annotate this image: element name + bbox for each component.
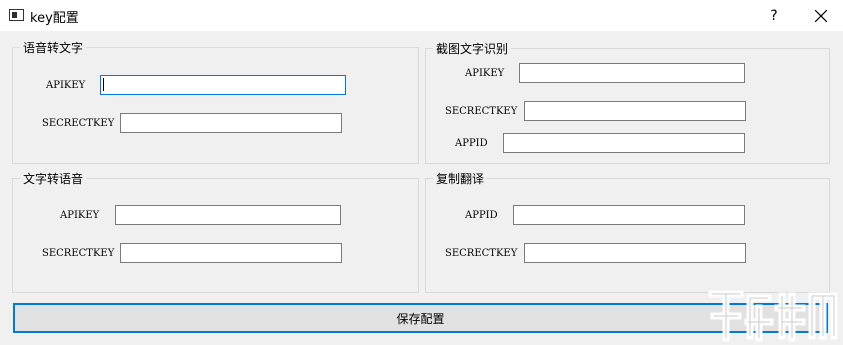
speech-apikey-input[interactable] (100, 75, 346, 95)
translate-secret-label: SECRECTKEY (445, 248, 518, 259)
speech-apikey-label: APIKEY (46, 80, 86, 91)
translate-secret-input[interactable] (524, 243, 746, 263)
speech-secret-label: SECRECTKEY (42, 118, 115, 129)
speech-to-text-title: 语音转文字 (20, 39, 87, 56)
ocr-secret-label: SECRECTKEY (445, 106, 518, 117)
tts-apikey-input[interactable] (115, 205, 341, 225)
translate-group (425, 178, 830, 293)
tts-secret-label: SECRECTKEY (42, 248, 115, 259)
translate-appid-input[interactable] (513, 205, 745, 225)
ocr-apikey-input[interactable] (519, 63, 745, 83)
close-icon (814, 9, 827, 22)
window-icon (9, 9, 24, 21)
ocr-appid-input[interactable] (503, 133, 745, 153)
ocr-appid-label: APPID (455, 138, 488, 149)
watermark-logo (708, 290, 838, 342)
text-to-speech-group (12, 178, 419, 293)
translate-title: 复制翻译 (433, 170, 488, 187)
text-caret (103, 78, 104, 91)
close-button[interactable] (798, 0, 843, 31)
text-to-speech-title: 文字转语音 (20, 170, 87, 187)
ocr-apikey-label: APIKEY (465, 68, 505, 79)
title-bar: key配置 ? (0, 0, 843, 31)
translate-appid-label: APPID (465, 210, 498, 221)
tts-secret-input[interactable] (120, 243, 342, 263)
tts-apikey-label: APIKEY (60, 210, 100, 221)
speech-secret-input[interactable] (120, 113, 342, 133)
speech-to-text-group (12, 47, 419, 164)
window-title: key配置 (30, 11, 79, 26)
ocr-secret-input[interactable] (524, 101, 746, 121)
help-button[interactable]: ? (760, 0, 788, 31)
ocr-title: 截图文字识别 (433, 40, 512, 57)
